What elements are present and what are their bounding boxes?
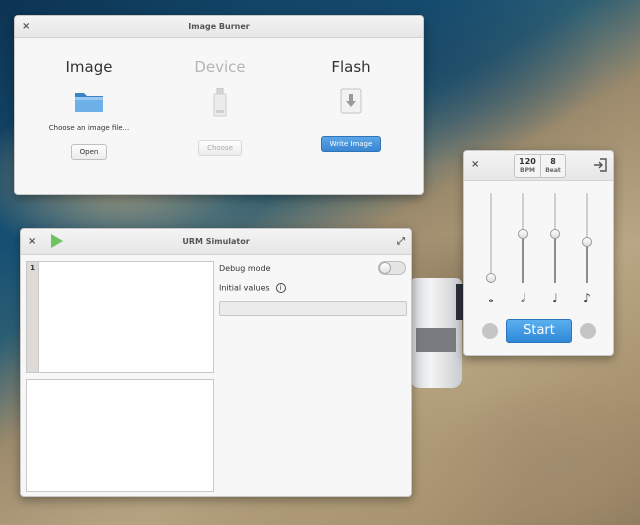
image-caption: Choose an image file... [48, 124, 130, 132]
beat-value: 8 [550, 157, 556, 166]
open-button[interactable]: Open [70, 144, 108, 160]
quarter-note-icon: ♩ [552, 291, 558, 305]
exit-icon[interactable] [593, 158, 607, 172]
initial-values-field[interactable] [219, 301, 407, 316]
slider-knob[interactable] [486, 273, 496, 283]
line-number: 1 [30, 264, 35, 272]
initial-values-row: Initial values i [219, 283, 286, 293]
line-number-gutter: 1 [27, 262, 39, 372]
half-note-icon: 𝅗𝅥 [521, 291, 525, 305]
usb-drive-icon [213, 87, 227, 118]
image-burner-titlebar: × Image Burner [15, 16, 423, 38]
background-spacecraft [410, 278, 472, 388]
image-burner-window: × Image Burner Image Choose an image fil… [14, 15, 424, 195]
beat-label: Beat [545, 167, 561, 174]
slider-knob[interactable] [582, 237, 592, 247]
debug-mode-label: Debug mode [219, 264, 271, 273]
debug-mode-switch[interactable] [378, 261, 406, 275]
device-column: Device Choose [155, 38, 285, 156]
capsule-port [416, 328, 456, 352]
window-title: Image Burner [188, 22, 250, 31]
switch-knob [379, 262, 391, 274]
bpm-label: BPM [520, 167, 535, 174]
folder-icon[interactable] [73, 88, 105, 114]
device-heading: Device [194, 58, 246, 76]
info-icon[interactable]: i [275, 283, 286, 293]
urm-titlebar: × URM Simulator ⤢ [21, 229, 411, 255]
quarter-note-slider[interactable] [549, 193, 561, 283]
whole-note-icon: 𝅝 [488, 291, 494, 305]
image-column: Image Choose an image file... Open [24, 38, 154, 160]
image-heading: Image [65, 58, 113, 76]
beat-indicator-right [580, 323, 596, 339]
beat-indicator-left [482, 323, 498, 339]
half-note-slider[interactable] [517, 193, 529, 283]
start-button[interactable]: Start [506, 319, 572, 343]
initial-values-label: Initial values [219, 283, 270, 293]
slider-knob[interactable] [518, 229, 528, 239]
tempo-display[interactable]: 120 BPM 8 Beat [514, 154, 566, 178]
window-title: URM Simulator [182, 237, 250, 246]
choose-button[interactable]: Choose [198, 140, 242, 156]
urm-simulator-window: × URM Simulator ⤢ 1 Debug mode Initial v… [20, 228, 412, 497]
maximize-icon[interactable]: ⤢ [397, 229, 405, 255]
output-panel[interactable] [26, 379, 214, 492]
bpm-cell[interactable]: 120 BPM [515, 155, 540, 177]
close-icon[interactable]: × [471, 151, 479, 179]
beat-cell[interactable]: 8 Beat [540, 155, 565, 177]
slider-knob[interactable] [550, 229, 560, 239]
metronome-window: × 120 BPM 8 Beat 𝅝 𝅗𝅥 ♩ ♪ Start [463, 150, 614, 356]
close-icon[interactable]: × [28, 229, 36, 255]
flash-column: Flash Write Image [286, 38, 416, 152]
program-editor[interactable]: 1 [26, 261, 214, 373]
play-icon[interactable] [51, 234, 63, 248]
bpm-value: 120 [519, 157, 536, 166]
download-arrow-icon [340, 88, 362, 114]
write-image-button[interactable]: Write Image [320, 136, 382, 152]
flash-heading: Flash [331, 58, 371, 76]
whole-note-slider[interactable] [485, 193, 497, 283]
eighth-note-slider[interactable] [581, 193, 593, 283]
metronome-titlebar: × 120 BPM 8 Beat [464, 151, 613, 181]
close-icon[interactable]: × [22, 16, 30, 38]
eighth-note-icon: ♪ [583, 291, 591, 305]
